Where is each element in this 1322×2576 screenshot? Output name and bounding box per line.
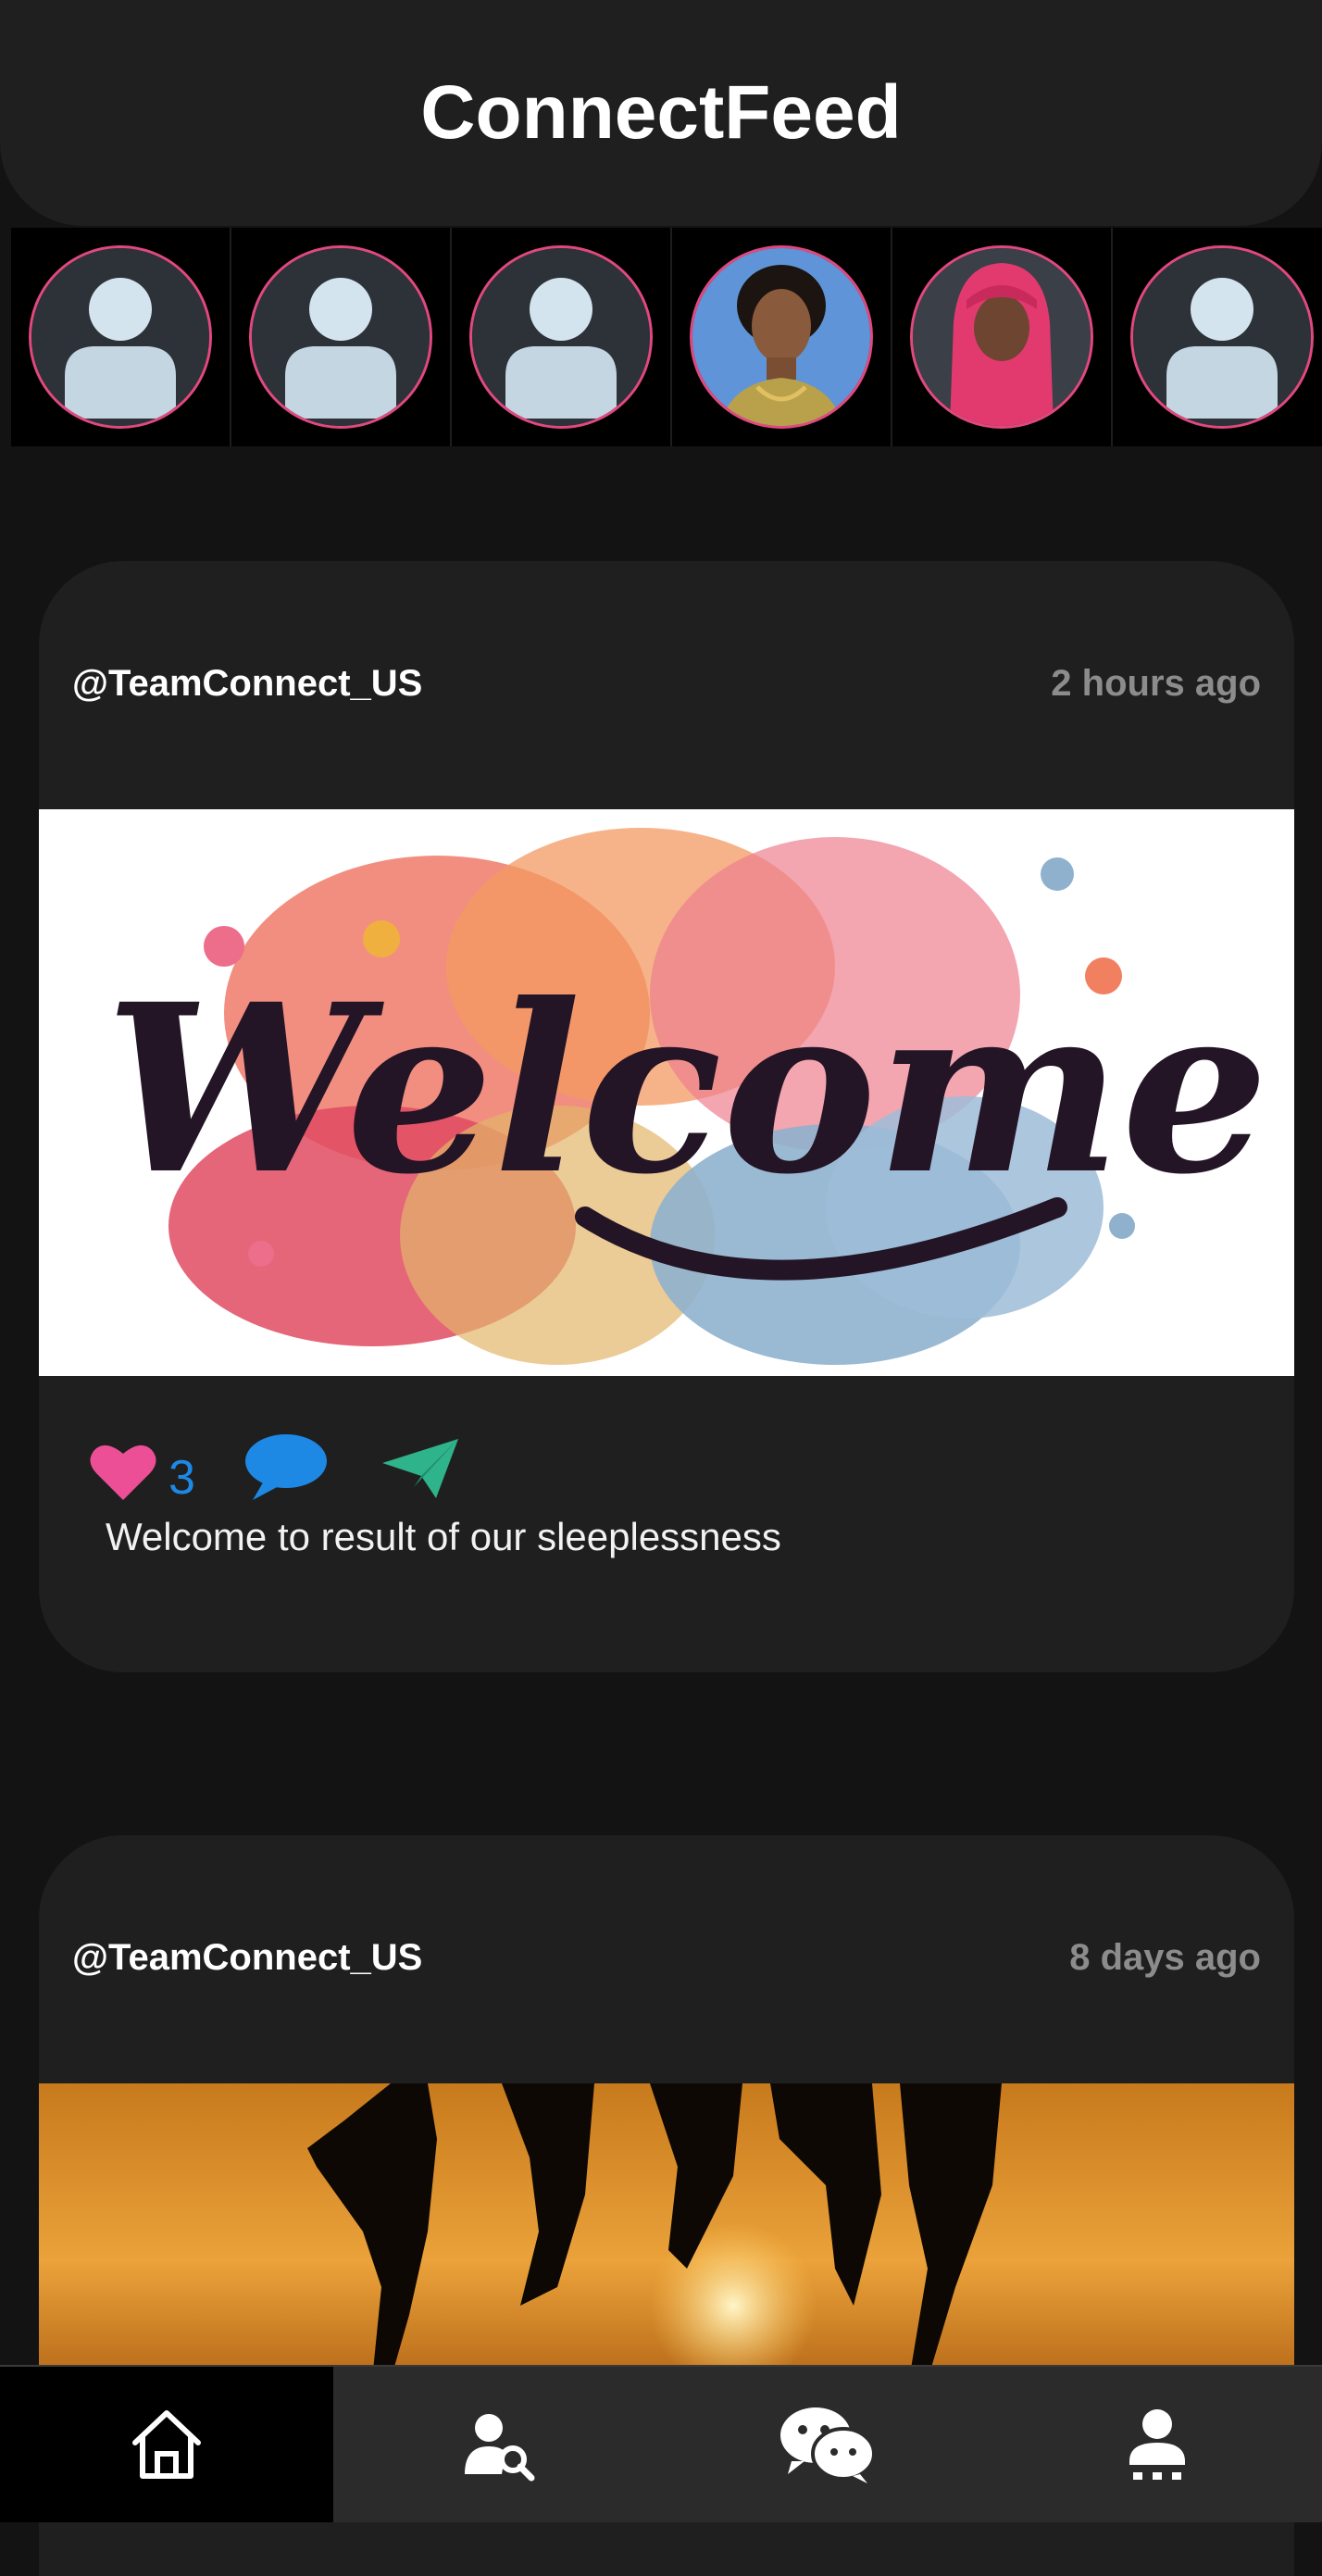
- nav-home[interactable]: [0, 2367, 333, 2522]
- heart-icon[interactable]: [89, 1441, 157, 1502]
- profile-icon: [1129, 2409, 1185, 2480]
- story-item[interactable]: [892, 228, 1113, 446]
- home-icon: [132, 2410, 201, 2479]
- story-avatar[interactable]: [469, 245, 653, 429]
- user-search-icon: [465, 2414, 535, 2482]
- story-avatar[interactable]: [690, 245, 873, 429]
- welcome-image-text: Welcome: [106, 953, 1269, 1225]
- user-placeholder-icon: [31, 248, 209, 426]
- post-caption: Welcome to result of our sleeplessness: [106, 1515, 781, 1558]
- comment-icon[interactable]: [243, 1432, 329, 1502]
- post-timestamp: 2 hours ago: [1051, 663, 1261, 704]
- nav-profile[interactable]: [992, 2367, 1322, 2522]
- app-title: ConnectFeed: [420, 70, 902, 155]
- story-avatar[interactable]: [1130, 245, 1314, 429]
- user-placeholder-icon: [472, 248, 650, 426]
- story-avatar[interactable]: [910, 245, 1093, 429]
- person-photo-avatar: [692, 248, 870, 426]
- nav-chat[interactable]: [663, 2367, 992, 2522]
- welcome-lettering-image: Welcome: [39, 809, 1294, 1376]
- post-timestamp: 8 days ago: [1069, 1937, 1261, 1978]
- story-item[interactable]: [1113, 228, 1322, 446]
- story-avatar[interactable]: [29, 245, 212, 429]
- post-image[interactable]: [39, 2083, 1294, 2389]
- story-item[interactable]: [672, 228, 892, 446]
- post-username[interactable]: @TeamConnect_US: [72, 663, 422, 705]
- post-header: @TeamConnect_US 2 hours ago: [72, 663, 1261, 705]
- sunset-silhouettes-image: [39, 2083, 1294, 2389]
- chat-icon: [780, 2407, 876, 2483]
- story-item[interactable]: [452, 228, 672, 446]
- post-image[interactable]: Welcome: [39, 809, 1294, 1376]
- stories-bar[interactable]: [11, 228, 1322, 446]
- nav-search-users[interactable]: [333, 2367, 663, 2522]
- user-placeholder-icon: [1133, 248, 1311, 426]
- app-header: ConnectFeed: [0, 0, 1322, 226]
- send-icon[interactable]: [380, 1435, 460, 1502]
- like-count: 3: [168, 1451, 195, 1505]
- person-photo-avatar: [913, 248, 1091, 426]
- post-actions: 3: [89, 1432, 460, 1502]
- post-card[interactable]: @TeamConnect_US 2 hours ago Welcome 3 We…: [39, 561, 1294, 1672]
- story-avatar[interactable]: [249, 245, 432, 429]
- post-header: @TeamConnect_US 8 days ago: [72, 1937, 1261, 1979]
- user-placeholder-icon: [252, 248, 430, 426]
- post-username[interactable]: @TeamConnect_US: [72, 1937, 422, 1979]
- story-item[interactable]: [11, 228, 231, 446]
- story-item[interactable]: [231, 228, 452, 446]
- bottom-navigation: [0, 2367, 1322, 2522]
